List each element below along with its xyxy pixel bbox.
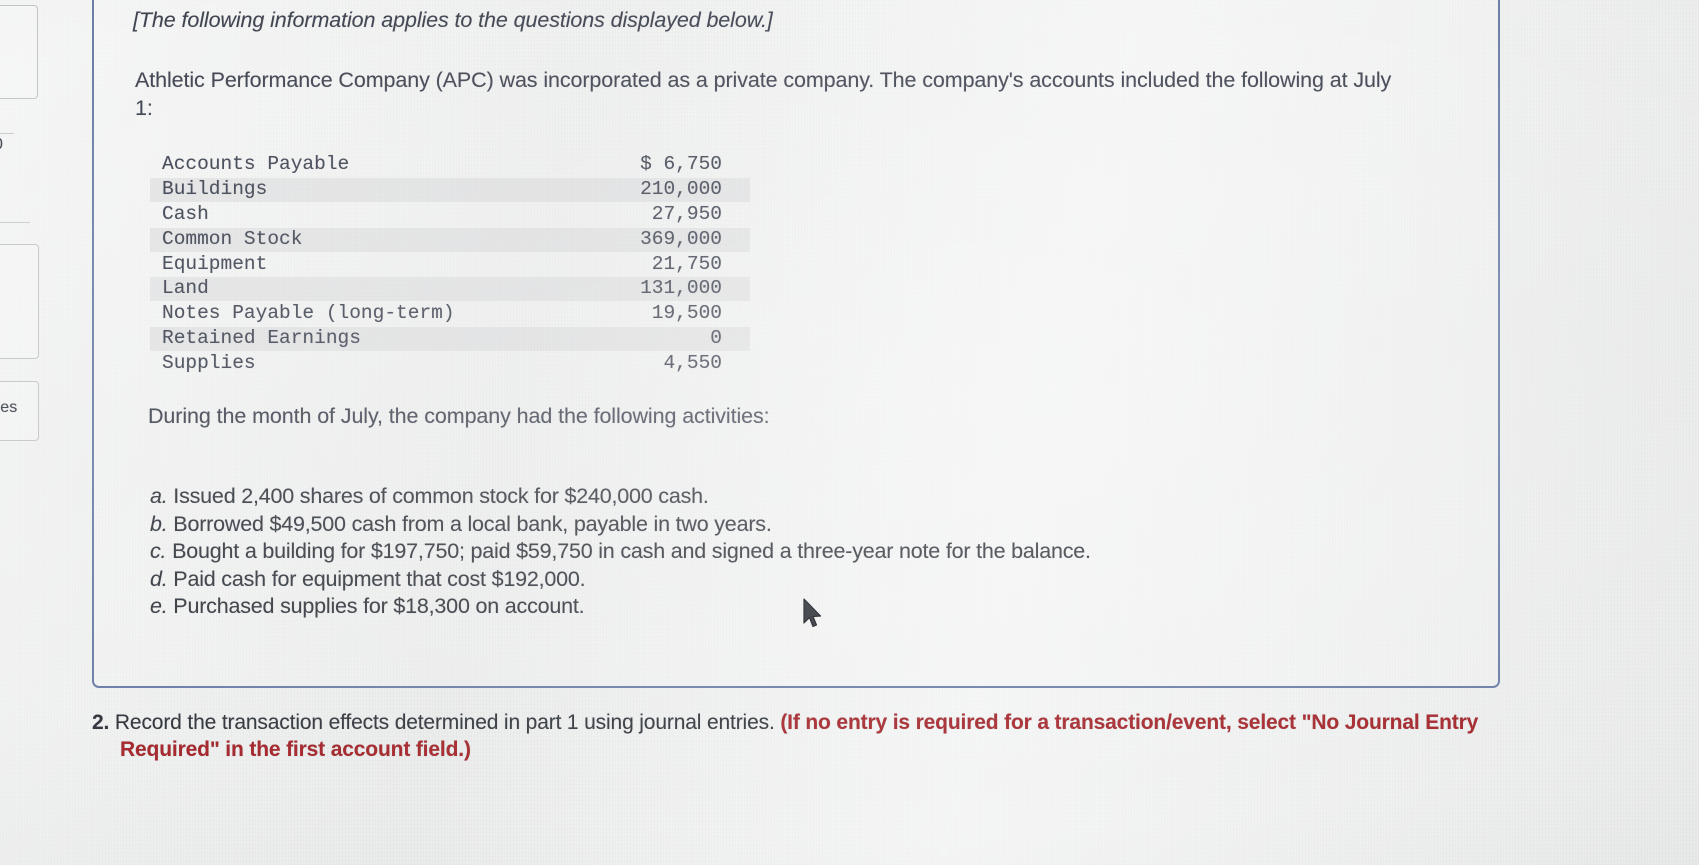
list-item: b. Borrowed $49,500 cash from a local ba… [150,511,1091,539]
account-name: Cash [162,202,209,225]
activity-letter: e. [150,594,168,618]
account-value: 19,500 [651,302,722,325]
table-row: Land 131,000 [150,276,750,302]
table-row: Supplies 4,550 [150,351,750,376]
table-row: Equipment 21,750 [150,252,750,277]
list-item: d. Paid cash for equipment that cost $19… [150,566,1091,594]
table-row: Retained Earnings 0 [150,326,750,352]
applies-to-questions-note: [The following information applies to th… [133,8,773,32]
account-value: 21,750 [651,252,722,275]
account-name: Notes Payable (long-term) [162,302,455,325]
question-2-black-text: Record the transaction effects determine… [114,711,775,734]
account-name: Supplies [162,352,256,375]
account-value: 369,000 [640,227,722,250]
question-2-number: 2. [92,711,110,734]
activity-text: Purchased supplies for $18,300 on accoun… [167,594,585,618]
company-background-paragraph: Athletic Performance Company (APC) was i… [135,68,1392,120]
account-value: 210,000 [640,177,722,200]
table-row: Common Stock 369,000 [150,227,750,252]
table-row: Cash 27,950 [150,202,750,227]
during-month-line: During the month of July, the company ha… [148,404,770,428]
account-value: 27,950 [651,202,722,225]
table-row: Accounts Payable $ 6,750 [150,152,750,177]
account-balances-table: Accounts Payable $ 6,750 Buildings 210,000 C… [150,152,750,376]
account-value: 0 [710,327,722,350]
question-content: [The following information applies to th… [0,0,1699,865]
table-row: Notes Payable (long-term) 19,500 [150,301,750,326]
list-item: c. Bought a building for $197,750; paid … [150,538,1091,566]
activity-letter: a. [150,484,168,508]
activity-text: Bought a building for $197,750; paid $59… [166,539,1091,563]
account-name: Buildings [162,177,268,200]
list-item: a. Issued 2,400 shares of common stock f… [150,483,1091,511]
activities-list: a. Issued 2,400 shares of common stock f… [150,483,1091,621]
question-2: 2. Record the transaction effects determ… [92,709,1512,763]
account-name: Retained Earnings [162,327,361,350]
activity-text: Borrowed $49,500 cash from a local bank,… [167,511,772,536]
mouse-cursor [803,598,825,632]
activity-letter: b. [150,511,168,536]
account-name: Common Stock [162,227,303,250]
list-item: e. Purchased supplies for $18,300 on acc… [150,593,1091,621]
account-name: Equipment [162,252,268,275]
account-value: $ 6,750 [640,153,722,175]
account-value: 4,550 [663,352,722,375]
activity-letter: c. [150,539,167,563]
account-value: 131,000 [640,277,722,300]
activity-text: Issued 2,400 shares of common stock for … [167,484,709,508]
table-row: Buildings 210,000 [150,177,750,202]
account-name: Accounts Payable [162,153,350,175]
activity-text: Paid cash for equipment that cost $192,0… [167,566,586,591]
account-name: Land [162,277,209,300]
activity-letter: d. [150,566,168,591]
